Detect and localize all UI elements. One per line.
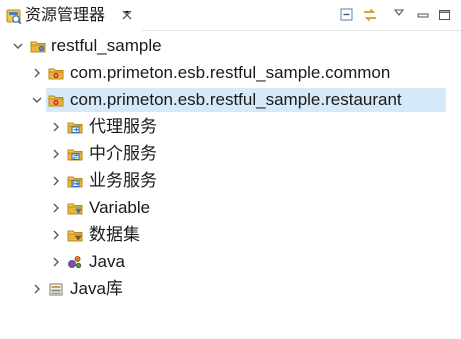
view-menu-icon[interactable] [391,4,407,20]
business-service-folder-icon [67,176,83,188]
tree-item-mediation-service[interactable]: 中介服务 [0,141,461,167]
chevron-right-icon[interactable] [51,257,61,267]
module-icon [48,68,64,80]
tree-item-proxy-service[interactable]: 代理服务 [0,114,461,140]
module-icon [48,95,64,107]
tree-item-label: 数据集 [89,225,140,244]
tree-item-label: 代理服务 [89,117,157,136]
tree-item-common[interactable]: com.primeton.esb.restful_sample.common [0,60,461,86]
chevron-right-icon[interactable] [32,68,42,78]
chevron-right-icon[interactable] [51,149,61,159]
chevron-right-icon[interactable] [51,176,61,186]
link-with-editor-icon[interactable] [362,7,378,23]
explorer-view: 资源管理器 restful_sample com.primeton.esb.re… [0,0,462,340]
tree-item-java-library[interactable]: Java库 [0,276,461,302]
chevron-down-icon[interactable] [32,95,42,105]
proxy-service-folder-icon [67,122,83,134]
variable-folder-icon [67,203,83,215]
dataset-folder-icon [67,230,83,242]
project-folder-icon [30,41,46,53]
close-icon[interactable] [121,9,133,21]
tree-item-label: restful_sample [51,36,162,55]
java-library-icon [49,283,63,296]
tree-item-business-service[interactable]: 业务服务 [0,168,461,194]
chevron-right-icon[interactable] [32,284,42,294]
explorer-view-icon [6,9,22,24]
view-toolbar [331,0,461,31]
tree-item-label: com.primeton.esb.restful_sample.restaura… [70,90,402,109]
view-title: 资源管理器 [25,7,106,24]
view-tab[interactable]: 资源管理器 [0,0,142,31]
tree-item-java[interactable]: Java [0,249,461,275]
tree-item-label: Variable [89,198,151,217]
tree-item-restaurant[interactable]: com.primeton.esb.restful_sample.restaura… [0,87,461,113]
tree-item-label: 业务服务 [89,171,157,190]
tree-item-label: Java库 [70,279,123,298]
chevron-down-icon[interactable] [13,41,23,51]
maximize-icon[interactable] [437,7,453,23]
mediation-service-folder-icon [67,149,83,161]
tree-item-label: Java [89,252,125,271]
chevron-right-icon[interactable] [51,230,61,240]
view-header: 资源管理器 [0,0,461,31]
chevron-right-icon[interactable] [51,203,61,213]
chevron-right-icon[interactable] [51,122,61,132]
tree-item-label: 中介服务 [89,144,157,163]
minimize-icon[interactable] [415,7,431,23]
java-source-icon [68,256,82,269]
tree-item-dataset[interactable]: 数据集 [0,222,461,248]
collapse-all-icon[interactable] [339,7,355,23]
tree-item-restful-sample[interactable]: restful_sample [0,33,461,59]
tree-item-variable[interactable]: Variable [0,195,461,221]
tree-item-label: com.primeton.esb.restful_sample.common [70,63,391,82]
